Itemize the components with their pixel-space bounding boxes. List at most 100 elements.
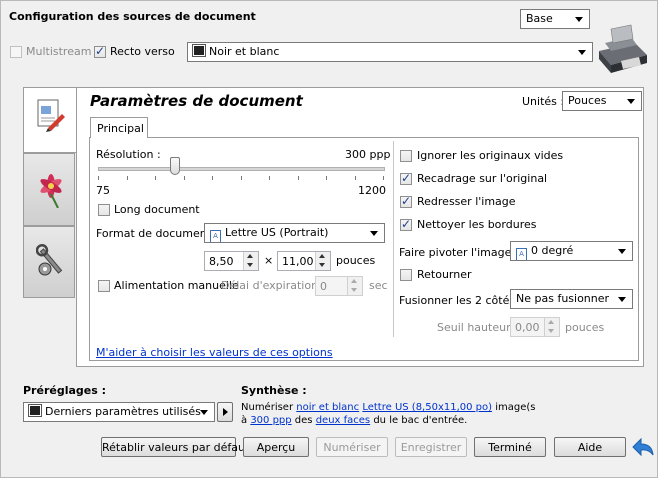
- mode-select[interactable]: Base: [520, 9, 590, 29]
- height-threshold-stepper[interactable]: 0,00: [510, 317, 560, 337]
- scan-button[interactable]: Numériser: [316, 437, 388, 457]
- units-select[interactable]: Pouces: [562, 91, 642, 111]
- panel-title: Paramètres de document: [90, 92, 303, 110]
- summary-size-link[interactable]: Lettre US (8,50x11,00 po): [362, 402, 492, 413]
- preset-menu-button[interactable]: [217, 402, 233, 422]
- flip-checkbox[interactable]: [400, 269, 412, 281]
- height-threshold-value: 0,00: [515, 321, 540, 334]
- height-threshold-unit: pouces: [565, 321, 605, 334]
- ignore-blank-checkbox[interactable]: [400, 150, 412, 162]
- slider-track: [98, 167, 385, 171]
- long-document-checkbox[interactable]: [98, 204, 110, 216]
- timeout-stepper[interactable]: 0: [315, 276, 363, 296]
- color-mode-select[interactable]: Noir et blanc: [187, 42, 593, 62]
- width-stepper[interactable]: 8,50: [204, 251, 259, 271]
- duplex-label: Recto verso: [110, 45, 175, 58]
- format-select[interactable]: A Lettre US (Portrait): [204, 223, 385, 243]
- mode-select-value: Base: [526, 12, 553, 25]
- deskew-label: Redresser l'image: [417, 195, 516, 208]
- done-button[interactable]: Terminé: [474, 437, 546, 457]
- page-portrait-icon: A: [210, 230, 221, 242]
- summary-text: du le bac d'entrée.: [370, 415, 468, 426]
- stepper-arrows-icon[interactable]: [243, 252, 258, 270]
- tab-image-processing[interactable]: [23, 153, 75, 226]
- slider-tick: [183, 176, 185, 180]
- merge-select-value: Ne pas fusionner: [516, 292, 610, 305]
- summary-text: Numériser: [241, 402, 297, 413]
- help-choose-values-link[interactable]: M'aider à choisir les valeurs de ces opt…: [96, 346, 333, 359]
- slider-thumb[interactable]: [169, 157, 180, 175]
- manual-feed-checkbox[interactable]: [98, 280, 110, 292]
- chevron-down-icon: [618, 297, 626, 302]
- scanner-config-window: Configuration des sources de document Ba…: [0, 0, 658, 478]
- resolution-slider[interactable]: [98, 157, 385, 184]
- chevron-down-icon: [370, 231, 378, 236]
- tab-device-settings[interactable]: [23, 226, 75, 298]
- rotate-select[interactable]: A 0 degré: [510, 241, 633, 261]
- format-select-value: Lettre US (Portrait): [225, 226, 329, 239]
- summary-color-link[interactable]: noir et blanc: [296, 402, 359, 413]
- presets-label: Préréglages :: [23, 384, 107, 397]
- summary-line-1: Numériser noir et blanc Lettre US (8,50x…: [241, 402, 535, 413]
- times-sign: ×: [264, 254, 274, 267]
- units-select-value: Pouces: [568, 94, 607, 107]
- presets-select-value: Derniers paramètres utilisés: [45, 405, 201, 418]
- slider-tick: [155, 176, 156, 180]
- window-title: Configuration des sources de document: [9, 10, 256, 23]
- flower-icon: [40, 174, 62, 208]
- help-button[interactable]: Aide: [554, 437, 626, 457]
- tab-principal[interactable]: Principal: [90, 117, 148, 138]
- rotate-label: Faire pivoter l'image :: [399, 246, 519, 259]
- multistream-checkbox[interactable]: [10, 46, 22, 58]
- tab-principal-label: Principal: [97, 122, 144, 135]
- size-unit: pouces: [336, 254, 376, 267]
- save-button[interactable]: Enregistrer: [395, 437, 467, 457]
- height-threshold-label: Seuil hauteur :: [437, 321, 518, 334]
- duplex-checkbox[interactable]: [94, 44, 106, 58]
- slider-tick: [212, 176, 213, 180]
- presets-select[interactable]: Derniers paramètres utilisés: [23, 402, 215, 422]
- tab-join: [91, 136, 147, 138]
- reset-defaults-button[interactable]: Rétablir valeurs par défaut: [101, 437, 249, 457]
- summary-line-2: à 300 ppp des deux faces du le bac d'ent…: [241, 415, 467, 426]
- clean-edges-label: Nettoyer les bordures: [417, 218, 537, 231]
- back-arrow-icon[interactable]: [631, 436, 655, 458]
- merge-label: Fusionner les 2 côtés :: [399, 294, 523, 307]
- resolution-value: 300 ppp: [345, 148, 391, 161]
- tab-document-settings[interactable]: [23, 87, 77, 153]
- slider-tick: [240, 176, 242, 180]
- chevron-down-icon: [575, 17, 583, 22]
- timeout-label: Délai d'expiration :: [221, 279, 326, 292]
- crop-label: Recadrage sur l'original: [417, 172, 548, 185]
- long-document-label: Long document: [114, 203, 200, 216]
- color-mode-value: Noir et blanc: [209, 45, 280, 58]
- summary-resolution-link[interactable]: 300 ppp: [250, 415, 291, 426]
- document-settings-icon: [37, 99, 65, 132]
- timeout-unit: sec: [369, 279, 388, 292]
- rotate-select-value: 0 degré: [531, 244, 574, 257]
- format-label: Format de document :: [96, 227, 219, 240]
- stepper-arrows-icon[interactable]: [347, 277, 362, 295]
- crop-checkbox[interactable]: [400, 171, 412, 185]
- height-value: 11,00: [282, 255, 314, 268]
- deskew-checkbox[interactable]: [400, 194, 412, 208]
- summary-sides-link[interactable]: deux faces: [316, 415, 370, 426]
- resolution-max: 1200: [358, 184, 386, 197]
- stepper-arrows-icon[interactable]: [544, 318, 559, 336]
- page-rotate-icon: A: [516, 248, 527, 260]
- slider-tick: [354, 176, 356, 180]
- bw-page-icon: [192, 44, 206, 57]
- clean-edges-checkbox[interactable]: [400, 217, 412, 231]
- slider-tick: [383, 176, 384, 180]
- flip-label: Retourner: [417, 268, 472, 281]
- height-stepper[interactable]: 11,00: [277, 251, 331, 271]
- slider-tick: [126, 176, 128, 180]
- slider-tick: [326, 176, 327, 180]
- merge-select[interactable]: Ne pas fusionner: [510, 289, 633, 309]
- chevron-down-icon: [627, 99, 635, 104]
- preview-button[interactable]: Aperçu: [243, 437, 309, 457]
- stepper-arrows-icon[interactable]: [315, 252, 330, 270]
- slider-tick: [269, 176, 270, 180]
- summary-text: des: [291, 415, 316, 426]
- chevron-down-icon: [618, 249, 626, 254]
